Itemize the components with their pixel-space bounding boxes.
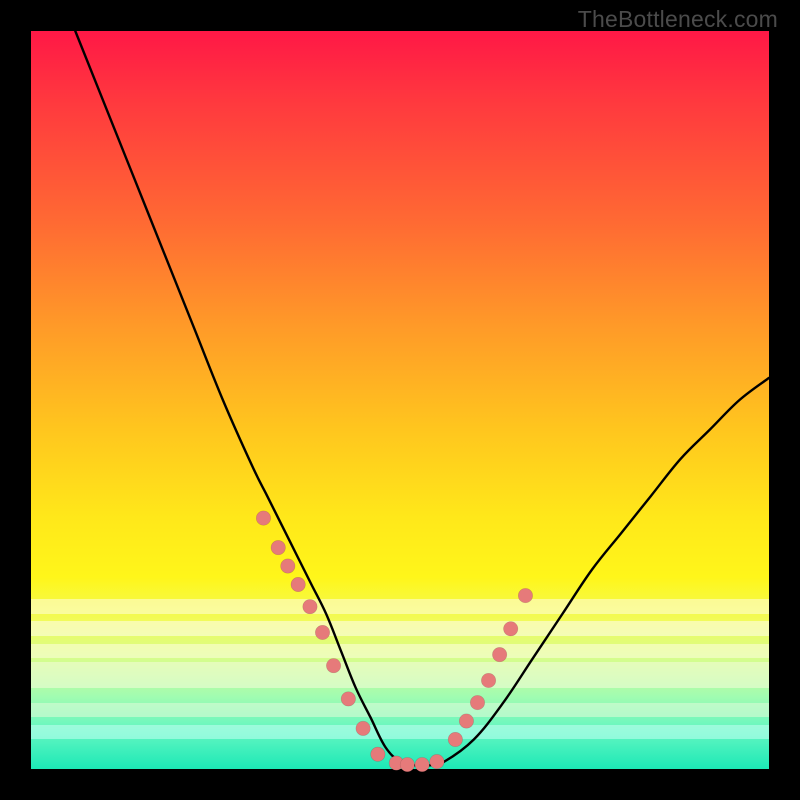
marker-dot (271, 540, 285, 554)
marker-dot (518, 588, 532, 602)
marker-dot (371, 747, 385, 761)
marker-dot (356, 721, 370, 735)
marker-dot (415, 757, 429, 771)
watermark-text: TheBottleneck.com (578, 6, 778, 33)
bottleneck-curve (75, 31, 769, 766)
marker-dots-group (256, 511, 532, 772)
marker-dot (448, 732, 462, 746)
marker-dot (504, 622, 518, 636)
chart-frame: TheBottleneck.com (0, 0, 800, 800)
marker-dot (459, 714, 473, 728)
marker-dot (470, 695, 484, 709)
plot-area (31, 31, 769, 769)
marker-dot (481, 673, 495, 687)
marker-dot (281, 559, 295, 573)
curve-svg (31, 31, 769, 769)
marker-dot (315, 625, 329, 639)
marker-dot (303, 599, 317, 613)
marker-dot (326, 658, 340, 672)
marker-dot (492, 647, 506, 661)
marker-dot (256, 511, 270, 525)
marker-dot (291, 577, 305, 591)
marker-dot (341, 692, 355, 706)
marker-dot (400, 757, 414, 771)
marker-dot (430, 754, 444, 768)
